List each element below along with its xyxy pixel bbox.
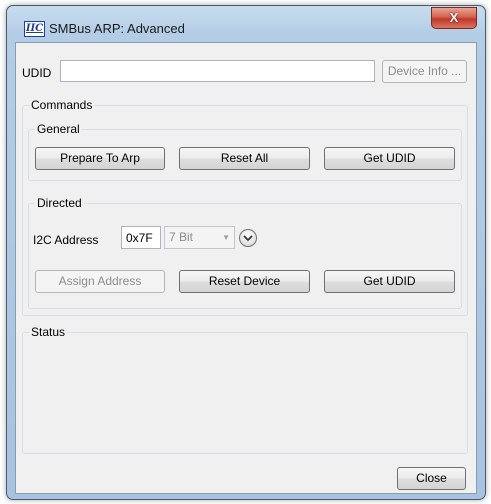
general-group: General Prepare To Arp Reset All Get UDI… <box>28 122 462 181</box>
status-text <box>29 347 461 447</box>
bit-mode-select[interactable]: 7 Bit ▼ <box>164 226 235 249</box>
udid-input[interactable] <box>60 60 375 82</box>
commands-group-title: Commands <box>29 98 95 112</box>
bit-mode-selected-value: 7 Bit <box>169 230 194 244</box>
prepare-to-arp-button[interactable]: Prepare To Arp <box>35 147 165 170</box>
udid-label: UDID <box>22 66 52 80</box>
directed-get-udid-button[interactable]: Get UDID <box>324 270 455 293</box>
i2c-address-label: I2C Address <box>33 233 99 247</box>
device-info-button[interactable]: Device Info ... <box>382 60 467 83</box>
status-group-title: Status <box>29 325 68 339</box>
general-get-udid-button[interactable]: Get UDID <box>324 147 455 170</box>
assign-address-button[interactable]: Assign Address <box>35 270 165 293</box>
commands-group: Commands General Prepare To Arp Reset Al… <box>22 98 468 316</box>
directed-group: Directed I2C Address 7 Bit ▼ Assign Addr… <box>28 196 462 309</box>
directed-group-title: Directed <box>35 196 84 210</box>
i2c-address-input[interactable] <box>121 226 161 249</box>
close-button[interactable]: Close <box>397 467 466 490</box>
window-title: SMBus ARP: Advanced <box>49 21 185 36</box>
dialog-window: IIC SMBus ARP: Advanced X UDID Device In… <box>6 5 486 500</box>
general-group-title: General <box>35 122 82 136</box>
status-group: Status <box>22 325 468 454</box>
iic-logo-icon: IIC <box>24 21 45 37</box>
dropdown-arrow-icon: ▼ <box>222 233 230 242</box>
chevron-down-icon[interactable] <box>239 229 257 247</box>
close-icon[interactable]: X <box>431 7 477 29</box>
title-bar[interactable]: IIC SMBus ARP: Advanced X <box>7 6 485 42</box>
client-area: UDID Device Info ... Commands General Pr… <box>15 42 477 494</box>
reset-device-button[interactable]: Reset Device <box>179 270 310 293</box>
reset-all-button[interactable]: Reset All <box>179 147 310 170</box>
